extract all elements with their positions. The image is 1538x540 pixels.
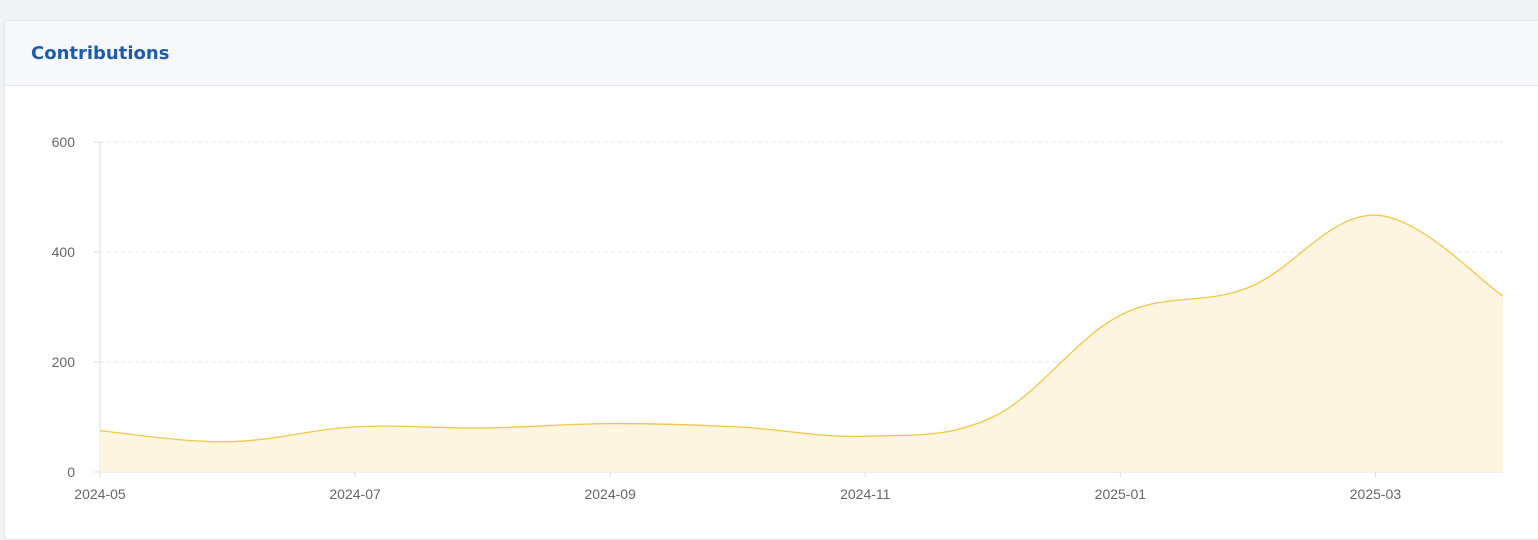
x-tick-label: 2024-09 [584, 486, 636, 502]
y-tick-label: 200 [52, 354, 76, 370]
y-tick-label: 400 [52, 244, 76, 260]
y-tick-label: 0 [67, 464, 75, 480]
contributions-chart: 0 200 400 600 2024-05 2024-07 2024-09 2024-11 20… [52, 134, 1504, 502]
x-tick-label: 2024-05 [74, 486, 126, 502]
x-tick-label: 2024-11 [840, 486, 891, 502]
x-tick-label: 2025-03 [1350, 486, 1402, 502]
x-tick-label: 2025-01 [1095, 486, 1147, 502]
x-tick-label: 2024-07 [329, 486, 381, 502]
y-tick-label: 600 [52, 134, 76, 150]
